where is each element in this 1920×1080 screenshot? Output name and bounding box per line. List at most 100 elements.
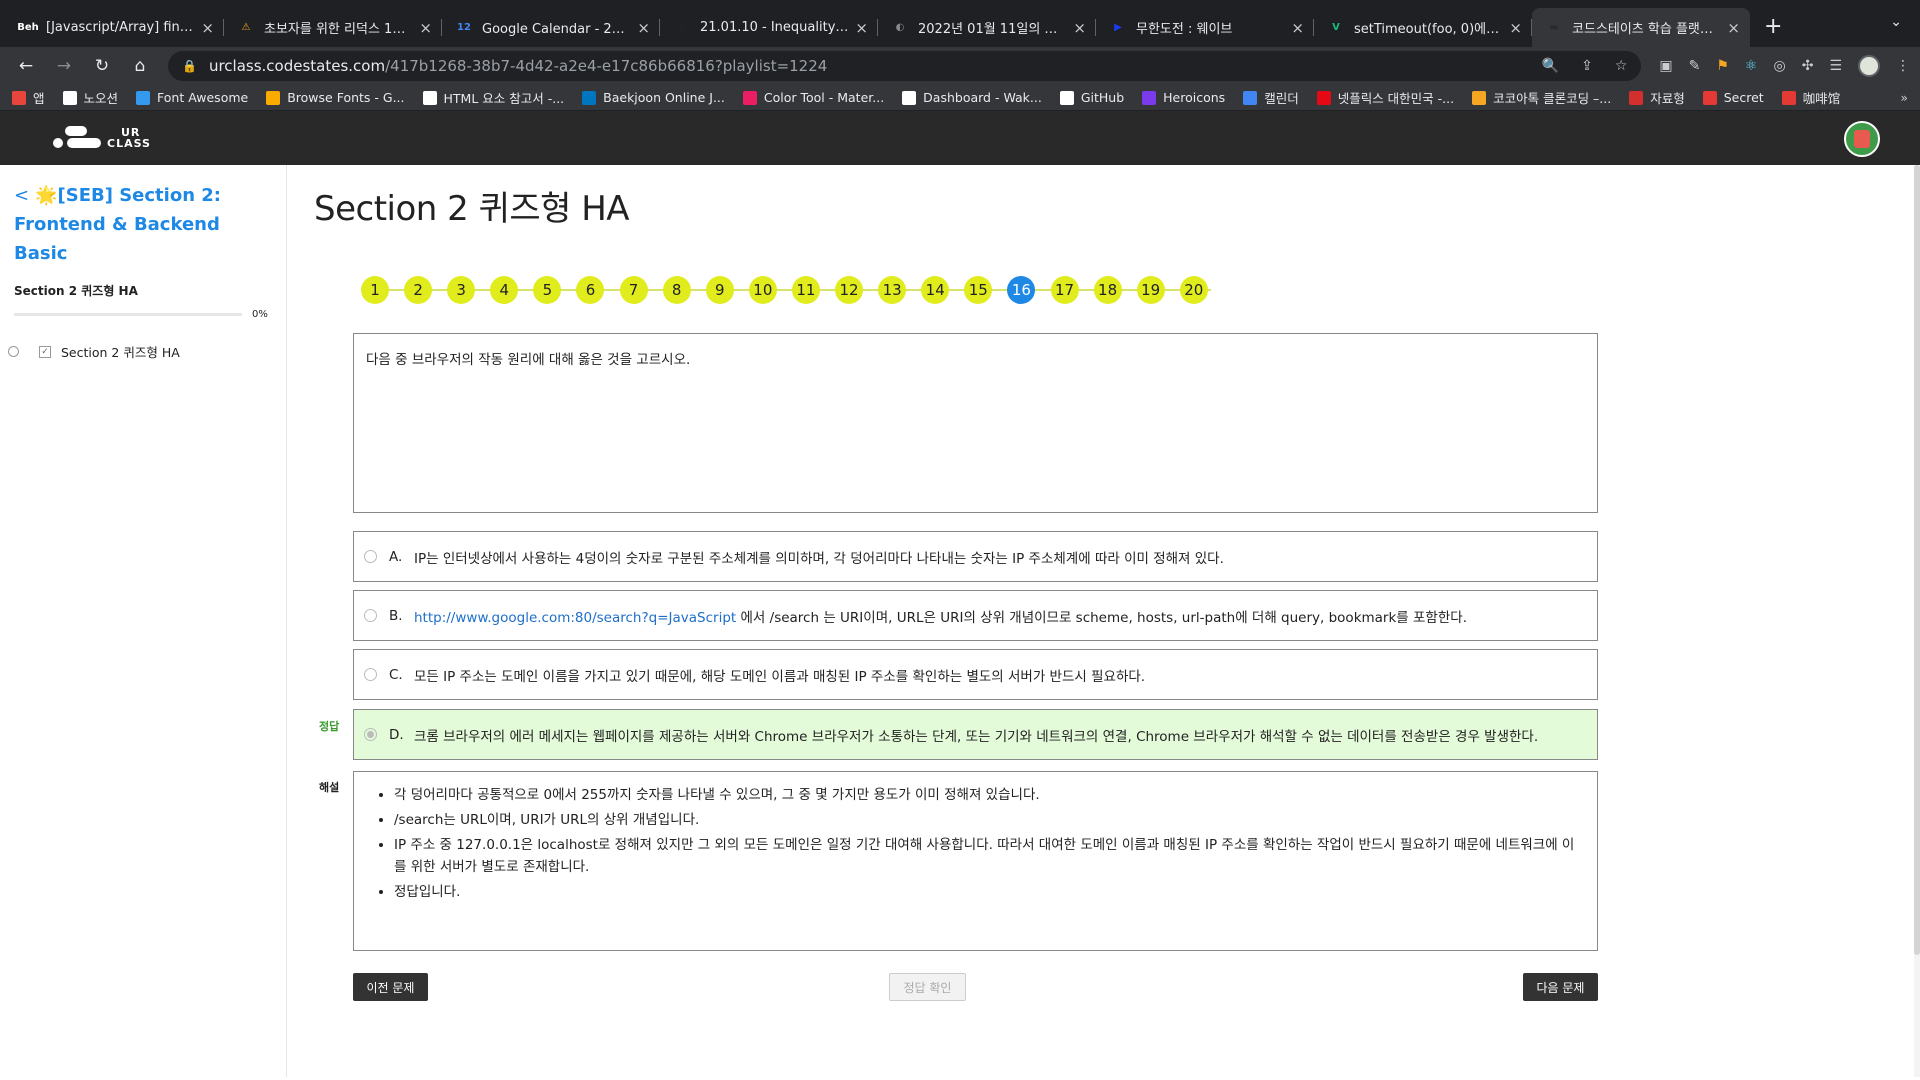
scrollbar-thumb[interactable] [1914, 165, 1920, 955]
tab-close-icon[interactable]: × [855, 19, 868, 37]
bookmark-star-icon[interactable]: ☆ [1615, 58, 1628, 74]
option-c[interactable]: C. 모든 IP 주소는 도메인 이름을 가지고 있기 때문에, 해당 도메인 … [353, 649, 1598, 700]
question-step[interactable]: 10 [748, 276, 777, 304]
question-step[interactable]: 7 [619, 276, 648, 304]
bookmarks-overflow-icon[interactable]: » [1900, 90, 1908, 105]
question-step[interactable]: 9 [705, 276, 734, 304]
page-scrollbar[interactable] [1914, 165, 1920, 1077]
browser-tab[interactable]: VsetTimeout(foo, 0)에서 foo는 × [1314, 8, 1532, 47]
option-b-link[interactable]: http://www.google.com:80/search?q=JavaSc… [414, 610, 736, 626]
option-b[interactable]: B. http://www.google.com:80/search?q=Jav… [353, 590, 1598, 641]
prev-question-button[interactable]: 이전 문제 [353, 973, 428, 1001]
bookmark-item[interactable]: Secret [1702, 90, 1764, 105]
option-d[interactable]: D. 크롬 브라우저의 에러 메세지는 웹페이지를 제공하는 서버와 Chrom… [353, 709, 1598, 760]
question-step[interactable]: 20 [1179, 276, 1208, 304]
home-icon[interactable]: ⌂ [124, 56, 156, 76]
option-letter: D. [389, 726, 404, 743]
bookmark-item[interactable]: 자료형 [1629, 88, 1685, 107]
back-to-course-link[interactable]: < 🌟[SEB] Section 2: Frontend & Backend Ba… [14, 181, 272, 268]
tab-search-chevron-icon[interactable]: ⌄ [1890, 14, 1902, 30]
browser-tab[interactable]: ◐ 2022년 01월 11일의 공책 - 📖 × [878, 8, 1096, 47]
bookmark-item[interactable]: GitHub [1059, 90, 1124, 105]
browser-tab[interactable]: 12 Google Calendar - 2022년 1월 × [442, 8, 660, 47]
sidebar-item-quiz[interactable]: ✓ Section 2 퀴즈형 HA [8, 342, 272, 361]
tab-close-icon[interactable]: × [419, 19, 432, 37]
back-arrow-icon[interactable]: ← [10, 56, 42, 76]
option-a[interactable]: A. IP는 인터넷상에서 사용하는 4덩이의 숫자로 구분된 주소체계를 의미… [353, 531, 1598, 582]
question-step[interactable]: 1 [361, 276, 389, 304]
bookmark-item[interactable]: 넷플릭스 대한민국 -... [1316, 88, 1454, 107]
browser-tab[interactable]: ▬ 코드스테이츠 학습 플랫폼 UrClass × [1532, 8, 1750, 47]
question-step[interactable]: 6 [576, 276, 605, 304]
question-step[interactable]: 8 [662, 276, 691, 304]
question-step[interactable]: 12 [835, 276, 864, 304]
answer-label: 정답 [319, 720, 340, 733]
tab-close-icon[interactable]: × [1073, 19, 1086, 37]
bookmark-item[interactable]: 노오션 [62, 88, 118, 107]
share-icon[interactable]: ⇪ [1581, 58, 1593, 74]
logo-text-bottom: CLASS [107, 137, 151, 150]
bookmark-item[interactable]: Browse Fonts - G... [266, 90, 405, 105]
react-devtools-icon[interactable]: ⚛ [1745, 58, 1758, 74]
question-step[interactable]: 16 [1007, 276, 1036, 304]
bookmark-item[interactable]: Font Awesome [136, 90, 248, 105]
question-step[interactable]: 14 [921, 276, 950, 304]
check-answer-button[interactable]: 정답 확인 [889, 973, 966, 1001]
question-step[interactable]: 11 [791, 276, 820, 304]
radio-d[interactable] [364, 728, 377, 741]
flag-extension-icon[interactable]: ⚑ [1716, 58, 1729, 74]
question-step[interactable]: 19 [1136, 276, 1165, 304]
radio-c[interactable] [364, 668, 377, 681]
tab-close-icon[interactable]: × [1509, 19, 1522, 37]
bookmark-item[interactable]: HTML 요소 참고서 -... [422, 88, 564, 107]
bookmark-item[interactable]: Color Tool - Mater... [742, 90, 884, 105]
tab-close-icon[interactable]: × [637, 19, 650, 37]
question-step[interactable]: 5 [533, 276, 562, 304]
lock-icon[interactable]: 🔒 [182, 59, 197, 73]
browser-menu-icon[interactable]: ⋮ [1896, 58, 1910, 74]
user-avatar[interactable] [1844, 121, 1880, 157]
tab-close-icon[interactable]: × [201, 19, 214, 37]
tab-favicon-icon: 12 [457, 22, 471, 33]
radio-b[interactable] [364, 609, 377, 622]
browser-tab[interactable]: ▶ 무한도전 : 웨이브 × [1096, 8, 1314, 47]
bookmark-item[interactable]: 咖啡馆 [1781, 88, 1840, 107]
browser-tab[interactable]: Beh [Javascript/Array] find, findIndex × [6, 8, 224, 47]
question-step[interactable]: 18 [1093, 276, 1122, 304]
urclass-logo[interactable]: UR CLASS [53, 126, 151, 150]
question-step[interactable]: 4 [490, 276, 519, 304]
profile-avatar[interactable] [1858, 55, 1880, 77]
tab-title: 무한도전 : 웨이브 [1136, 22, 1233, 37]
question-step[interactable]: 15 [964, 276, 993, 304]
bookmark-item[interactable]: Baekjoon Online J... [582, 90, 725, 105]
browser-tab[interactable]: ▮ 21.01.10 - Inequality Number × [660, 8, 878, 47]
zoom-icon[interactable]: 🔍 [1542, 58, 1559, 74]
bookmark-item[interactable]: Heroicons [1142, 90, 1225, 105]
bookmark-favicon-icon [136, 90, 151, 105]
address-bar[interactable]: 🔒 urclass.codestates.com/417b1268-38b7-4… [168, 51, 1642, 81]
tab-close-icon[interactable]: × [1727, 19, 1740, 37]
tab-title: Google Calendar - 2022년 1월 [482, 22, 631, 37]
reload-icon[interactable]: ↻ [86, 56, 118, 76]
browser-tab[interactable]: ⚠ 초보자를 위한 리덕스 101 – 노마드 코더 × [224, 8, 442, 47]
notion-extension-icon[interactable]: ▣ [1659, 58, 1672, 74]
tab-close-icon[interactable]: × [1291, 19, 1304, 37]
bookmark-item[interactable]: 캘린더 [1243, 88, 1299, 107]
radio-a[interactable] [364, 550, 377, 563]
bookmark-item[interactable]: 코코아톡 클론코딩 –... [1472, 88, 1611, 107]
question-step[interactable]: 2 [404, 276, 433, 304]
reading-list-icon[interactable]: ☰ [1829, 58, 1842, 74]
target-extension-icon[interactable]: ◎ [1773, 58, 1785, 74]
bookmark-item[interactable]: Dashboard - Wak... [902, 90, 1042, 105]
bookmark-item[interactable]: 앱 [12, 88, 45, 107]
forward-arrow-icon[interactable]: → [48, 56, 80, 76]
question-step[interactable]: 3 [447, 276, 476, 304]
pen-extension-icon[interactable]: ✎ [1689, 58, 1701, 74]
question-step[interactable]: 17 [1050, 276, 1079, 304]
next-question-button[interactable]: 다음 문제 [1523, 973, 1598, 1001]
section-title: Section 2 퀴즈형 HA [14, 284, 138, 298]
puzzle-extensions-icon[interactable]: ✣ [1802, 58, 1814, 74]
question-step[interactable]: 13 [878, 276, 907, 304]
option-text: 에서 /search 는 URI이며, URL은 URI의 상위 개념이므로 s… [736, 609, 1467, 626]
new-tab-button[interactable]: + [1764, 14, 1782, 39]
